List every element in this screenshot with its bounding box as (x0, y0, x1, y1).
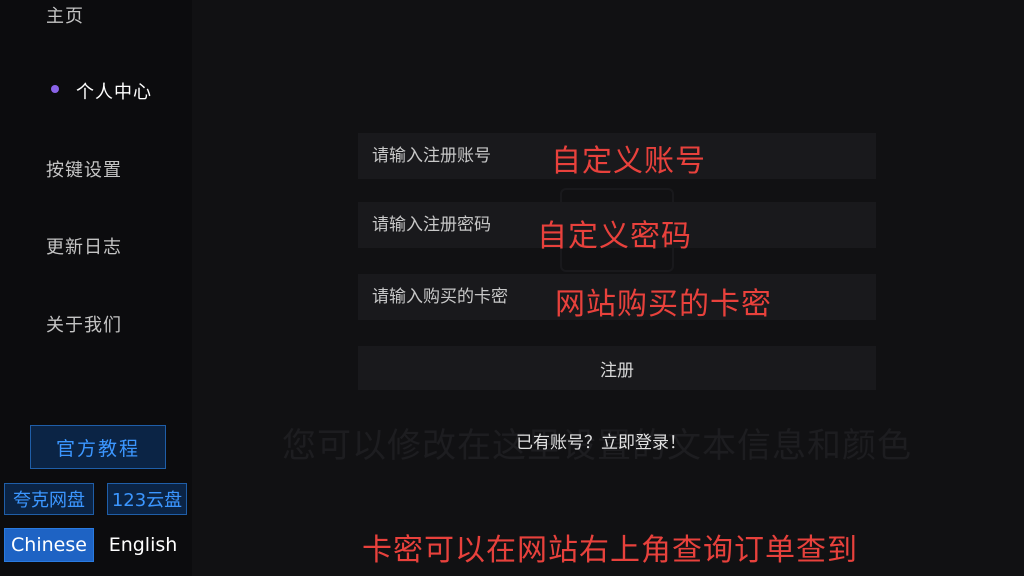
sidebar-item-about-us[interactable]: 关于我们 (46, 311, 122, 337)
annotation-card-key: 网站购买的卡密 (555, 287, 772, 322)
active-indicator-icon (51, 85, 59, 93)
quark-pan-button[interactable]: 夸克网盘 (4, 483, 94, 515)
sidebar-item-personal-center[interactable]: 个人中心 (76, 78, 152, 104)
sidebar-item-home[interactable]: 主页 (46, 2, 84, 28)
sidebar: 主页 个人中心 按键设置 更新日志 关于我们 官方教程 夸克网盘 123云盘 C… (0, 0, 192, 576)
123-pan-button[interactable]: 123云盘 (107, 483, 187, 515)
sidebar-item-changelog[interactable]: 更新日志 (46, 233, 122, 259)
language-chinese-button[interactable]: Chinese (4, 528, 94, 562)
annotation-account: 自定义账号 (551, 144, 706, 179)
official-tutorial-button[interactable]: 官方教程 (30, 425, 166, 469)
login-link[interactable]: 已有账号？立即登录！ (516, 428, 686, 453)
register-button[interactable]: 注册 (358, 346, 876, 390)
annotation-password: 自定义密码 (537, 219, 692, 254)
sidebar-item-key-settings[interactable]: 按键设置 (46, 156, 122, 182)
language-english-button[interactable]: English (100, 528, 186, 562)
annotation-bottom-note: 卡密可以在网站右上角查询订单查到 (362, 533, 858, 568)
